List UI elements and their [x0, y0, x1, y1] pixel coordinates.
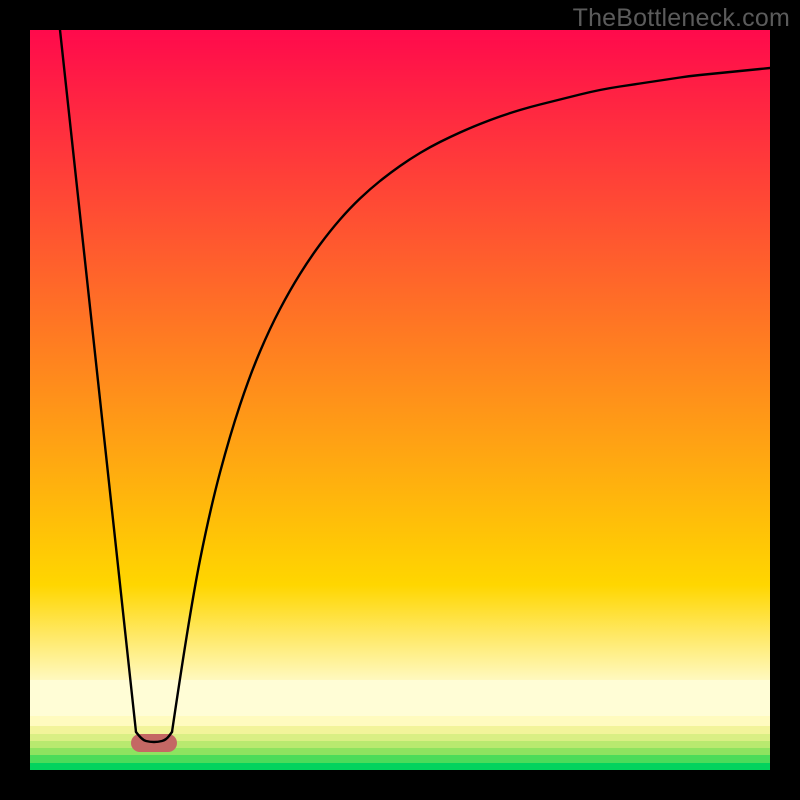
- gradient-band: [30, 30, 770, 585]
- gradient-band: [30, 680, 770, 716]
- gradient-band: [30, 716, 770, 726]
- bottleneck-curve-chart: [30, 30, 770, 770]
- gradient-band: [30, 755, 770, 763]
- watermark-text: TheBottleneck.com: [573, 4, 790, 33]
- gradient-band: [30, 585, 770, 680]
- plot-area: [30, 30, 770, 770]
- gradient-band: [30, 726, 770, 734]
- chart-frame: TheBottleneck.com: [0, 0, 800, 800]
- gradient-band: [30, 763, 770, 770]
